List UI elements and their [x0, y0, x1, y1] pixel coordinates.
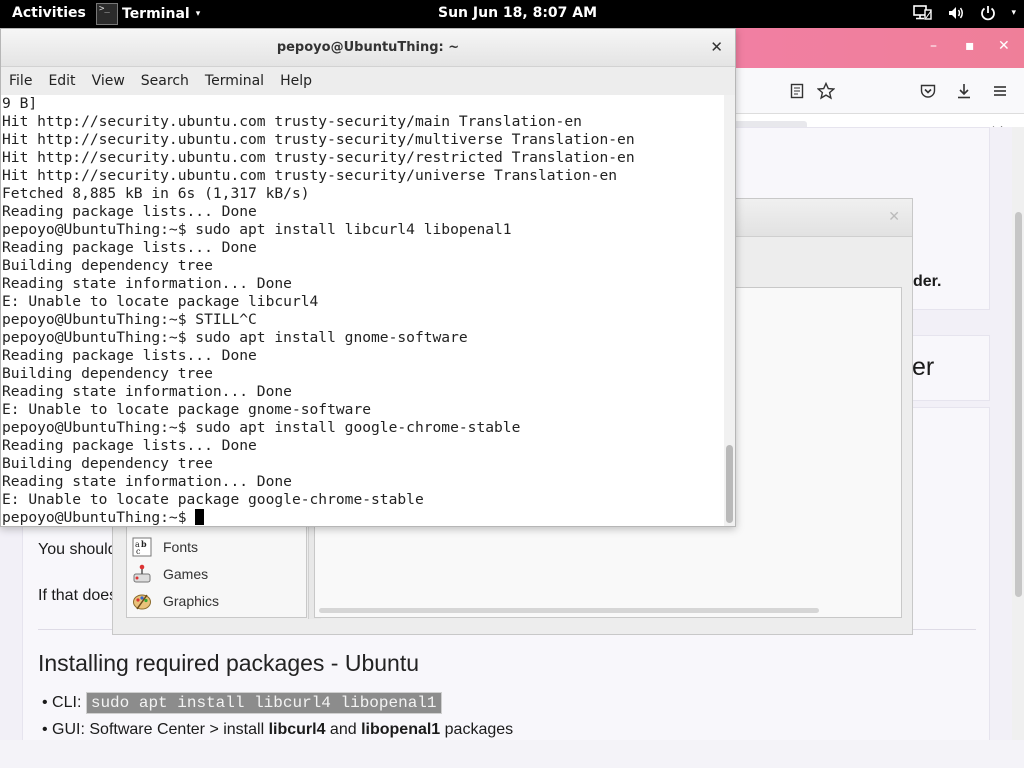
downloads-icon[interactable]: [953, 80, 975, 102]
menu-view[interactable]: View: [92, 73, 125, 89]
pocket-icon[interactable]: [917, 80, 939, 102]
menu-edit[interactable]: Edit: [48, 73, 75, 89]
terminal-line: E: Unable to locate package google-chrom…: [2, 491, 424, 508]
terminal-line: Reading state information... Done: [2, 473, 292, 490]
power-icon: [979, 4, 997, 22]
terminal-line: pepoyo@UbuntuThing:~$ STILL^C: [2, 311, 257, 328]
close-icon[interactable]: ✕: [710, 38, 723, 56]
page-scrollbar-thumb[interactable]: [1015, 212, 1022, 597]
text-cursor: [195, 509, 205, 525]
terminal-line: pepoyo@UbuntuThing:~$ sudo apt install l…: [2, 221, 512, 238]
terminal-line: Reading state information... Done: [2, 383, 292, 400]
svg-text:b: b: [141, 539, 147, 549]
gui-text-prefix: GUI: Software Center > install: [52, 721, 269, 738]
page-text-you-should: You should: [38, 541, 117, 558]
terminal-titlebar[interactable]: pepoyo@UbuntuThing: ~ ✕: [1, 29, 735, 67]
menu-search[interactable]: Search: [141, 73, 189, 89]
category-label: Fonts: [163, 539, 199, 555]
page-scrollbar[interactable]: [1012, 127, 1024, 740]
activities-button[interactable]: Activities: [12, 5, 86, 21]
page-fragment-der: der.: [913, 273, 942, 290]
category-label: Graphics: [163, 593, 220, 609]
maximize-icon[interactable]: ▪: [965, 38, 975, 54]
category-item-games[interactable]: Games: [131, 561, 208, 587]
games-icon: [131, 563, 153, 585]
terminal-line: Building dependency tree: [2, 257, 213, 274]
minimize-icon[interactable]: –: [930, 38, 937, 54]
detail-horizontal-scrollbar[interactable]: [319, 608, 819, 613]
terminal-line: Reading package lists... Done: [2, 239, 257, 256]
chevron-down-icon: ▾: [1011, 8, 1016, 18]
terminal-output[interactable]: 9 B] Hit http://security.ubuntu.com trust…: [2, 95, 724, 526]
prompt-text: pepoyo@UbuntuThing:~$: [2, 509, 196, 526]
fonts-icon: abc: [131, 536, 153, 558]
terminal-window: pepoyo@UbuntuThing: ~ ✕ File Edit View S…: [0, 28, 736, 527]
page-fragment-er: er: [912, 353, 935, 381]
system-tray[interactable]: ▾: [913, 4, 1016, 22]
bullet: •: [42, 694, 53, 711]
terminal-line: Reading package lists... Done: [2, 347, 257, 364]
dialog-close-icon[interactable]: ✕: [888, 209, 900, 225]
reader-view-icon[interactable]: [786, 80, 808, 102]
terminal-line: E: Unable to locate package gnome-softwa…: [2, 401, 372, 418]
terminal-line: Reading state information... Done: [2, 275, 292, 292]
menu-file[interactable]: File: [9, 73, 32, 89]
window-title: pepoyo@UbuntuThing: ~: [276, 40, 460, 55]
bookmark-star-icon[interactable]: [815, 80, 837, 102]
cli-code-snippet[interactable]: sudo apt install libcurl4 libopenal1: [85, 692, 442, 714]
window-close-icon[interactable]: ✕: [998, 38, 1010, 54]
network-icon: [913, 4, 933, 22]
menu-icon[interactable]: [989, 80, 1011, 102]
terminal-line: Reading package lists... Done: [2, 437, 257, 454]
category-label: Games: [163, 566, 209, 582]
app-name: Terminal: [122, 6, 190, 22]
cli-list-item: • CLI: sudo apt install libcurl4 libopen…: [42, 692, 442, 714]
gnome-top-bar: Activities >_ Terminal ▾ Sun Jun 18, 8:0…: [0, 0, 1024, 28]
gui-package-1: libcurl4: [268, 721, 326, 738]
terminal-line: Fetched 8,885 kB in 6s (1,317 kB/s): [2, 185, 310, 202]
terminal-line: Reading package lists... Done: [2, 203, 257, 220]
terminal-line: Building dependency tree: [2, 365, 213, 382]
terminal-menubar: File Edit View Search Terminal Help: [1, 67, 735, 95]
bullet: •: [42, 721, 53, 738]
terminal-line: Hit http://security.ubuntu.com trusty-se…: [2, 131, 635, 148]
terminal-scrollbar[interactable]: [724, 95, 735, 526]
gui-text-and: and: [325, 721, 362, 738]
terminal-line: Hit http://security.ubuntu.com trusty-se…: [2, 113, 582, 130]
cli-label: CLI:: [52, 694, 82, 711]
graphics-icon: [131, 590, 153, 612]
clock[interactable]: Sun Jun 18, 8:07 AM: [438, 5, 597, 21]
chevron-down-icon: ▾: [195, 9, 201, 19]
terminal-line: Hit http://security.ubuntu.com trusty-se…: [2, 149, 635, 166]
menu-terminal[interactable]: Terminal: [205, 73, 264, 89]
terminal-line: 9 B]: [2, 95, 38, 112]
category-item-graphics[interactable]: Graphics: [131, 588, 219, 614]
gui-list-item: • GUI: Software Center > install libcurl…: [42, 721, 513, 739]
terminal-prompt-line[interactable]: pepoyo@UbuntuThing:~$: [2, 509, 724, 526]
terminal-app-icon: >_: [96, 3, 118, 25]
app-menu[interactable]: >_ Terminal ▾: [96, 0, 200, 28]
category-item-fonts[interactable]: abc Fonts: [131, 534, 198, 560]
section-heading: Installing required packages - Ubuntu: [38, 650, 420, 676]
page-text-if-that-does: If that does: [38, 587, 118, 604]
gui-text-suffix: packages: [440, 721, 514, 738]
terminal-line: Building dependency tree: [2, 455, 213, 472]
terminal-line: Hit http://security.ubuntu.com trusty-se…: [2, 167, 618, 184]
terminal-scrollbar-thumb[interactable]: [726, 445, 733, 523]
menu-help[interactable]: Help: [280, 73, 312, 89]
terminal-line: E: Unable to locate package libcurl4: [2, 293, 319, 310]
svg-text:c: c: [136, 547, 141, 556]
terminal-line: pepoyo@UbuntuThing:~$ sudo apt install g…: [2, 419, 521, 436]
gui-package-2: libopenal1: [361, 721, 441, 738]
terminal-line: pepoyo@UbuntuThing:~$ sudo apt install g…: [2, 329, 468, 346]
volume-icon: [947, 4, 965, 22]
